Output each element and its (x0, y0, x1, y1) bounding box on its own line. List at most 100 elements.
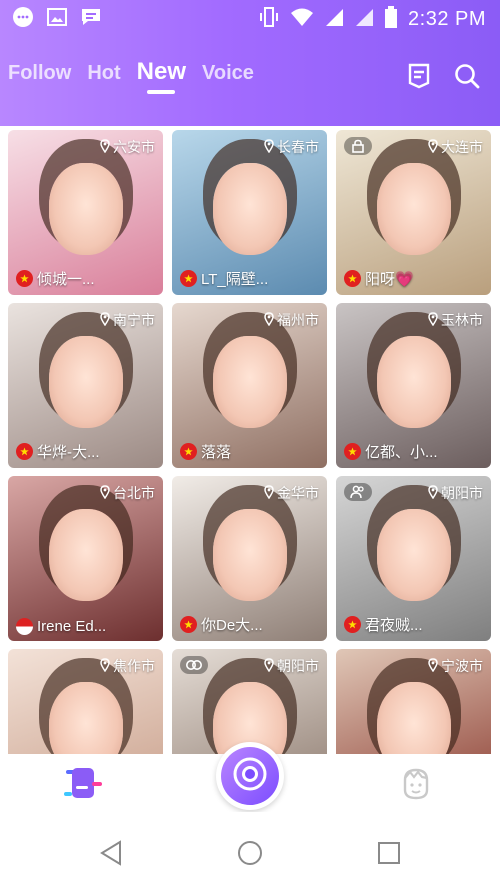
profile-name: LT_隔壁... (180, 268, 268, 289)
location-pin-icon (428, 657, 438, 675)
location-pin-icon (100, 138, 110, 156)
profile-name-text: 君夜贼... (365, 617, 423, 634)
flag-icon (16, 443, 33, 460)
location-label: 朝阳市 (264, 656, 319, 676)
location-pin-icon (100, 311, 110, 329)
location-label: 朝阳市 (428, 483, 483, 503)
profile-icon[interactable] (398, 766, 434, 802)
location-text: 宁波市 (441, 658, 483, 674)
location-pin-icon (264, 311, 274, 329)
flag-icon (16, 270, 33, 287)
flag-icon (344, 616, 361, 633)
location-pin-icon (428, 484, 438, 502)
search-icon[interactable] (454, 63, 480, 89)
tab-hot[interactable]: Hot (87, 62, 120, 85)
profile-face (212, 336, 287, 429)
profile-face (376, 336, 451, 429)
location-text: 长春市 (277, 139, 319, 155)
profile-card[interactable]: 台北市 Irene Ed... (8, 476, 163, 641)
profile-card[interactable]: 福州市落落 (172, 303, 327, 468)
profile-name: 君夜贼... (344, 614, 423, 635)
location-pin-icon (100, 657, 110, 675)
location-pin-icon (264, 657, 274, 675)
vibrate-icon (258, 6, 280, 33)
profile-face (212, 163, 287, 256)
link-icon (180, 656, 208, 674)
camera-button[interactable] (216, 742, 284, 810)
lock-icon (344, 137, 372, 155)
profile-card[interactable]: 长春市 LT_隔壁... (172, 130, 327, 295)
back-icon[interactable] (98, 840, 124, 866)
status-time: 2:32 PM (408, 8, 486, 30)
tab-follow[interactable]: Follow (8, 62, 71, 85)
tab-voice[interactable]: Voice (202, 62, 254, 85)
flag-icon (16, 618, 33, 635)
location-label: 大连市 (428, 137, 483, 157)
location-text: 焦作市 (113, 658, 155, 674)
location-text: 玉林市 (441, 312, 483, 328)
profile-name-text: 华烨-大... (37, 444, 100, 461)
profile-card[interactable]: 朝阳市君夜贼... (336, 476, 491, 641)
recents-icon[interactable] (376, 840, 402, 866)
location-text: 福州市 (277, 312, 319, 328)
profile-face (376, 163, 451, 256)
profile-name: 落落 (180, 441, 231, 462)
profile-card[interactable]: 大连市 阳呀💗 (336, 130, 491, 295)
profile-name-text: LT_隔壁... (201, 271, 269, 288)
camera-icon (230, 754, 270, 799)
location-text: 朝阳市 (277, 658, 319, 674)
image-icon (46, 7, 68, 27)
profile-name: 倾城一... (16, 268, 95, 289)
flag-icon (180, 270, 197, 287)
ranking-icon[interactable] (406, 63, 432, 89)
profile-card[interactable]: 六安市倾城一... (8, 130, 163, 295)
profile-face (48, 682, 123, 758)
profile-face (376, 509, 451, 602)
location-text: 大连市 (441, 139, 483, 155)
profile-card[interactable]: 玉林市亿都、小... (336, 303, 491, 468)
status-bar: 2:32 PM (0, 0, 500, 36)
location-label: 焦作市 (100, 656, 155, 676)
location-label: 福州市 (264, 310, 319, 330)
location-pin-icon (100, 484, 110, 502)
profile-card[interactable]: 金华市你De大... (172, 476, 327, 641)
location-label: 金华市 (264, 483, 319, 503)
system-nav-bar (0, 812, 500, 888)
battery-icon (384, 6, 398, 33)
location-label: 长春市 (264, 137, 319, 157)
profile-face (48, 163, 123, 256)
feed-icon[interactable] (62, 766, 106, 802)
location-label: 宁波市 (428, 656, 483, 676)
profile-name-text: 亿都、小... (365, 444, 438, 461)
location-text: 台北市 (113, 485, 155, 501)
location-text: 南宁市 (113, 312, 155, 328)
profile-card[interactable]: 南宁市华烨-大... (8, 303, 163, 468)
flag-icon (344, 443, 361, 460)
wifi-icon (290, 7, 314, 32)
profile-grid: 六安市 倾城一... 长春市 LT_隔壁... 大连市 阳呀💗 南宁市 华烨-大... 福州市落… (8, 126, 492, 758)
home-icon[interactable] (237, 840, 263, 866)
location-label: 台北市 (100, 483, 155, 503)
flag-icon (180, 616, 197, 633)
profile-face (376, 682, 451, 758)
profile-card[interactable]: 焦作市 (8, 649, 163, 758)
signal-icon (324, 7, 344, 32)
location-pin-icon (264, 138, 274, 156)
profile-card[interactable]: 宁波市 (336, 649, 491, 758)
location-pin-icon (428, 311, 438, 329)
feed-tabs: Follow Hot New Voice (8, 58, 254, 86)
profile-name: 华烨-大... (16, 441, 100, 462)
signal-icon (354, 7, 374, 32)
tab-new[interactable]: New (137, 58, 186, 86)
location-label: 六安市 (100, 137, 155, 157)
profile-name: 你De大... (180, 614, 263, 635)
profile-name-text: 你De大... (201, 617, 263, 634)
location-text: 金华市 (277, 485, 319, 501)
profile-face (212, 509, 287, 602)
profile-name-text: Irene Ed... (37, 618, 107, 635)
message-icon (80, 7, 102, 27)
flag-icon (180, 443, 197, 460)
profile-face (48, 509, 123, 602)
location-pin-icon (428, 138, 438, 156)
profile-name: 亿都、小... (344, 441, 438, 462)
